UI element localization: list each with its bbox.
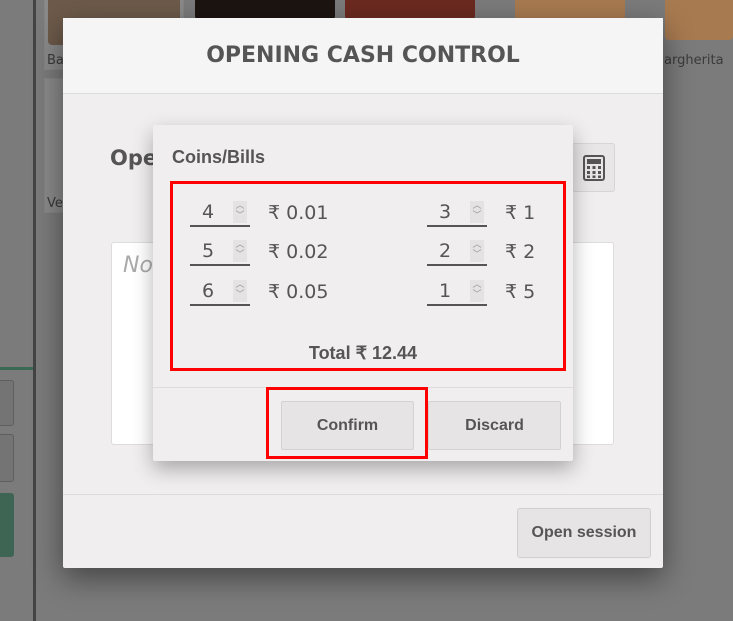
denomination-label: ₹ 0.01: [268, 202, 329, 224]
coin-row: 6 ︿ ﹀ ₹ 0.05: [190, 278, 328, 306]
bill-row: 2 ︿ ﹀ ₹ 2: [427, 238, 535, 266]
denomination-label: ₹ 2: [505, 241, 536, 263]
open-session-button[interactable]: Open session: [517, 508, 651, 558]
confirm-highlight-box: [266, 387, 428, 459]
product-image: [665, 0, 733, 40]
quantity-input[interactable]: 6 ︿ ﹀: [190, 278, 250, 306]
calculator-button[interactable]: [572, 143, 615, 192]
left-pane-button[interactable]: [0, 434, 14, 482]
denomination-label: ₹ 0.05: [268, 281, 329, 303]
coin-row: 4 ︿ ﹀ ₹ 0.01: [190, 199, 328, 227]
product-image: [195, 0, 335, 20]
total-amount: Total ₹ 12.44: [308, 343, 418, 363]
discard-button[interactable]: Discard: [428, 401, 561, 450]
product-name: Ba: [47, 53, 64, 68]
quantity-value: 2: [439, 240, 452, 262]
quantity-input[interactable]: 3 ︿ ﹀: [427, 199, 487, 227]
denomination-label: ₹ 0.02: [268, 241, 329, 263]
left-pane-accent: [0, 367, 33, 370]
quantity-input[interactable]: 5 ︿ ﹀: [190, 238, 250, 266]
opening-cash-label: Ope: [110, 146, 158, 170]
popup-title: Coins/Bills: [172, 147, 266, 167]
spinner-icon[interactable]: ︿ ﹀: [470, 280, 484, 302]
spinner-icon[interactable]: ︿ ﹀: [233, 280, 247, 302]
spinner-icon[interactable]: ︿ ﹀: [470, 240, 484, 262]
coins-bills-popup: Coins/Bills 4 ︿ ﹀ ₹ 0.01 5 ︿ ﹀ ₹ 0.02 6 ︿ ﹀ ₹ …: [153, 125, 573, 461]
coin-row: 5 ︿ ﹀ ₹ 0.02: [190, 238, 328, 266]
footer-divider: [63, 494, 663, 495]
denomination-label: ₹ 1: [505, 202, 536, 224]
quantity-value: 3: [439, 201, 452, 223]
quantity-input[interactable]: 2 ︿ ﹀: [427, 238, 487, 266]
pane-divider: [33, 0, 36, 621]
quantity-value: 4: [202, 201, 215, 223]
product-image: [345, 0, 475, 20]
spinner-icon[interactable]: ︿ ﹀: [233, 201, 247, 223]
bill-row: 3 ︿ ﹀ ₹ 1: [427, 199, 535, 227]
product-name: argherita: [664, 53, 724, 68]
left-pane-payment-button[interactable]: [0, 493, 14, 557]
spinner-icon[interactable]: ︿ ﹀: [470, 201, 484, 223]
spinner-icon[interactable]: ︿ ﹀: [233, 240, 247, 262]
denomination-label: ₹ 5: [505, 281, 536, 303]
calculator-icon: [582, 154, 605, 181]
quantity-input[interactable]: 4 ︿ ﹀: [190, 199, 250, 227]
product-image: [515, 0, 625, 20]
modal-title: OPENING CASH CONTROL: [63, 18, 663, 94]
quantity-value: 1: [439, 280, 452, 302]
quantity-input[interactable]: 1 ︿ ﹀: [427, 278, 487, 306]
product-name: Ve: [47, 196, 63, 211]
left-pane-button[interactable]: [0, 380, 14, 426]
quantity-value: 6: [202, 280, 215, 302]
quantity-value: 5: [202, 240, 215, 262]
bill-row: 1 ︿ ﹀ ₹ 5: [427, 278, 535, 306]
